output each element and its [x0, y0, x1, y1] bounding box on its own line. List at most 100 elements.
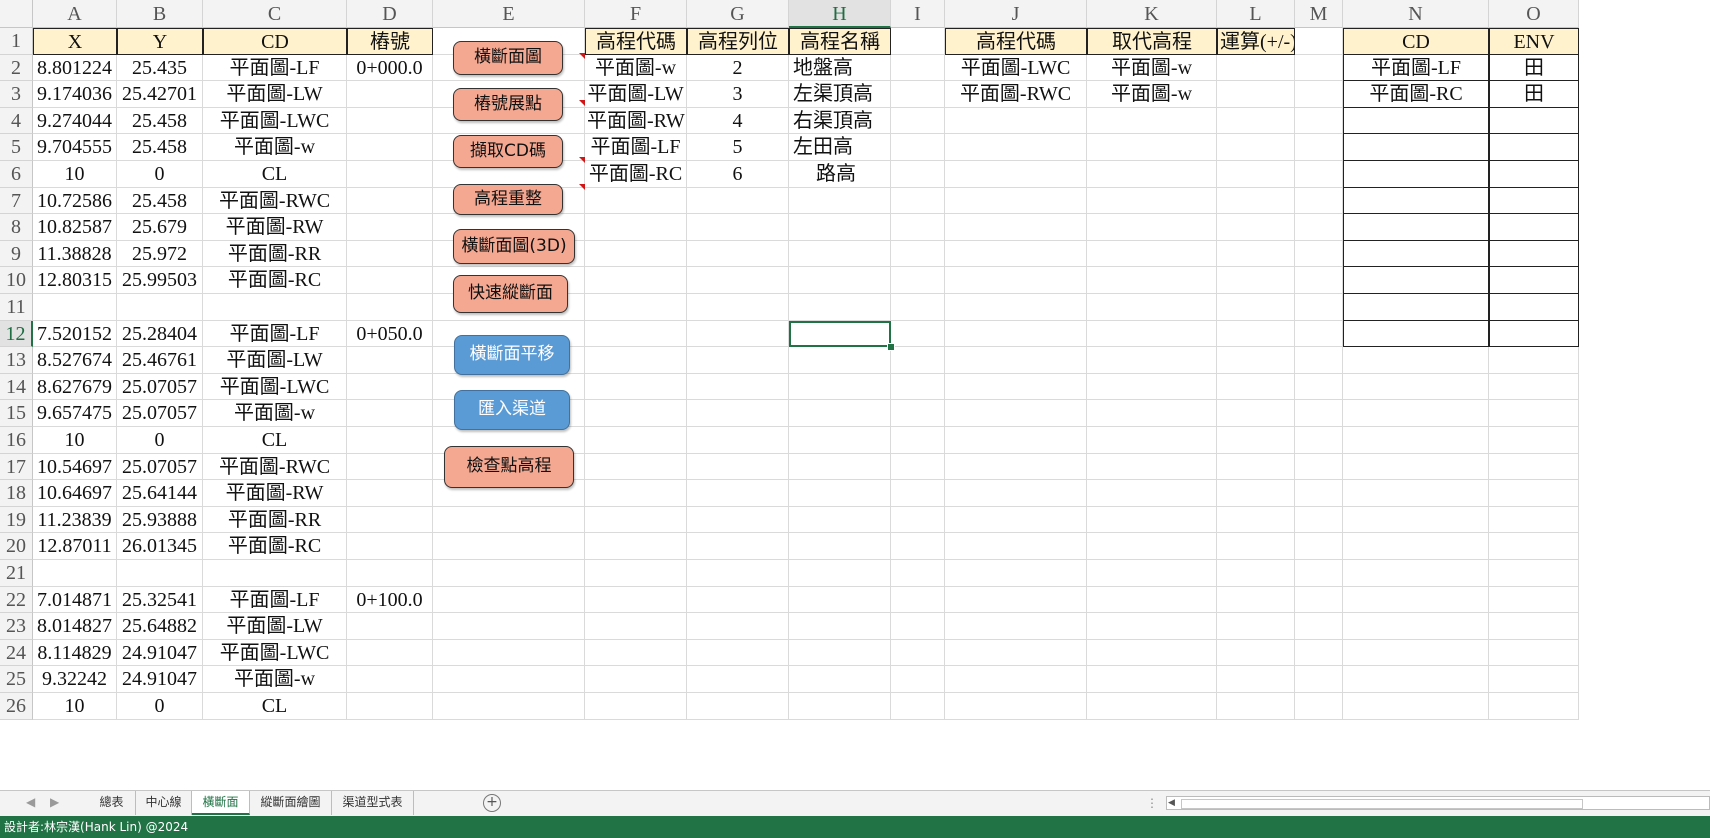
cell-b2[interactable]: 25.435: [117, 54, 203, 82]
cell-i22[interactable]: [891, 586, 945, 614]
cell-e25[interactable]: [433, 666, 585, 693]
cell-a6[interactable]: 10: [33, 161, 117, 188]
cell-n14[interactable]: [1343, 373, 1489, 401]
cell-l11[interactable]: [1217, 294, 1295, 321]
cell-h12[interactable]: [789, 320, 891, 348]
cell-a16[interactable]: 10: [33, 427, 117, 454]
cell-f6[interactable]: 平面圖-RC: [585, 161, 687, 188]
cell-n20[interactable]: [1343, 533, 1489, 560]
cell-f10[interactable]: [585, 267, 687, 294]
cell-i21[interactable]: [891, 560, 945, 587]
column-header-h[interactable]: H: [789, 0, 891, 28]
cell-n9[interactable]: [1343, 240, 1489, 268]
cell-j7[interactable]: [945, 187, 1087, 215]
column-header-n[interactable]: N: [1343, 0, 1489, 28]
cell-e23[interactable]: [433, 613, 585, 640]
cell-o26[interactable]: [1489, 693, 1579, 720]
scroll-split-icon[interactable]: ⋮: [1146, 796, 1158, 810]
cell-l22[interactable]: [1217, 586, 1295, 614]
row-header-1[interactable]: 1: [0, 28, 33, 55]
row-header-6[interactable]: 6: [0, 161, 33, 188]
cell-h11[interactable]: [789, 294, 891, 321]
cell-k2[interactable]: 平面圖-w: [1087, 54, 1217, 82]
cell-f18[interactable]: [585, 480, 687, 507]
cell-n12[interactable]: [1343, 320, 1489, 348]
cell-f22[interactable]: [585, 586, 687, 614]
cell-b22[interactable]: 25.32541: [117, 586, 203, 614]
cell-f3[interactable]: 平面圖-LW: [585, 81, 687, 108]
cell-n4[interactable]: [1343, 107, 1489, 135]
row-header-12[interactable]: 12: [0, 320, 33, 348]
cell-n7[interactable]: [1343, 187, 1489, 215]
cell-k14[interactable]: [1087, 373, 1217, 401]
cell-h13[interactable]: [789, 347, 891, 374]
cell-d6[interactable]: [347, 161, 433, 188]
cell-l19[interactable]: [1217, 506, 1295, 534]
column-header-j[interactable]: J: [945, 0, 1087, 28]
cell-j3[interactable]: 平面圖-RWC: [945, 81, 1087, 108]
cell-j26[interactable]: [945, 693, 1087, 720]
cell-c24[interactable]: 平面圖-LWC: [203, 639, 347, 667]
cell-k26[interactable]: [1087, 693, 1217, 720]
row-header-16[interactable]: 16: [0, 427, 33, 454]
cell-n10[interactable]: [1343, 267, 1489, 294]
cell-n24[interactable]: [1343, 639, 1489, 667]
cell-k10[interactable]: [1087, 267, 1217, 294]
cell-o17[interactable]: [1489, 453, 1579, 481]
cell-b21[interactable]: [117, 560, 203, 587]
cell-f11[interactable]: [585, 294, 687, 321]
row-header-26[interactable]: 26: [0, 693, 33, 720]
cell-e22[interactable]: [433, 586, 585, 614]
cell-j14[interactable]: [945, 373, 1087, 401]
cell-h1[interactable]: 高程名稱: [789, 28, 891, 55]
cell-g15[interactable]: [687, 400, 789, 427]
cell-g24[interactable]: [687, 639, 789, 667]
cell-l23[interactable]: [1217, 613, 1295, 640]
row-header-18[interactable]: 18: [0, 480, 33, 507]
cell-m19[interactable]: [1295, 506, 1343, 534]
row-header-25[interactable]: 25: [0, 666, 33, 693]
cell-i16[interactable]: [891, 427, 945, 454]
cell-d12[interactable]: 0+050.0: [347, 320, 433, 348]
cell-d26[interactable]: [347, 693, 433, 720]
cell-d20[interactable]: [347, 533, 433, 560]
cell-n1[interactable]: CD: [1343, 28, 1489, 55]
row-header-5[interactable]: 5: [0, 134, 33, 161]
cell-k22[interactable]: [1087, 586, 1217, 614]
cell-h22[interactable]: [789, 586, 891, 614]
cell-k8[interactable]: [1087, 214, 1217, 241]
cell-b25[interactable]: 24.91047: [117, 666, 203, 693]
cell-i11[interactable]: [891, 294, 945, 321]
cell-d17[interactable]: [347, 453, 433, 481]
cell-k19[interactable]: [1087, 506, 1217, 534]
cell-f19[interactable]: [585, 506, 687, 534]
cell-o18[interactable]: [1489, 480, 1579, 507]
cell-o2[interactable]: 田: [1489, 54, 1579, 82]
sheet-tab-4[interactable]: 縱斷面繪圖: [250, 791, 332, 815]
cell-i20[interactable]: [891, 533, 945, 560]
horizontal-scrollbar[interactable]: ◀: [1166, 796, 1710, 810]
cell-m16[interactable]: [1295, 427, 1343, 454]
row-header-19[interactable]: 19: [0, 506, 33, 534]
cell-j17[interactable]: [945, 453, 1087, 481]
cell-c25[interactable]: 平面圖-w: [203, 666, 347, 693]
cell-c12[interactable]: 平面圖-LF: [203, 320, 347, 348]
station-points-button[interactable]: 樁號展點: [453, 88, 563, 121]
cell-i19[interactable]: [891, 506, 945, 534]
cell-j16[interactable]: [945, 427, 1087, 454]
cell-b13[interactable]: 25.46761: [117, 347, 203, 374]
cell-h26[interactable]: [789, 693, 891, 720]
cell-h16[interactable]: [789, 427, 891, 454]
cell-n25[interactable]: [1343, 666, 1489, 693]
cell-j13[interactable]: [945, 347, 1087, 374]
cell-k7[interactable]: [1087, 187, 1217, 215]
cell-d22[interactable]: 0+100.0: [347, 586, 433, 614]
cell-a26[interactable]: 10: [33, 693, 117, 720]
cell-o20[interactable]: [1489, 533, 1579, 560]
cell-c4[interactable]: 平面圖-LWC: [203, 107, 347, 135]
row-header-13[interactable]: 13: [0, 347, 33, 374]
cell-m11[interactable]: [1295, 294, 1343, 321]
cell-a18[interactable]: 10.64697: [33, 480, 117, 507]
cell-h6[interactable]: 路高: [789, 161, 891, 188]
scroll-left-arrow-icon[interactable]: ◀: [1168, 797, 1175, 809]
